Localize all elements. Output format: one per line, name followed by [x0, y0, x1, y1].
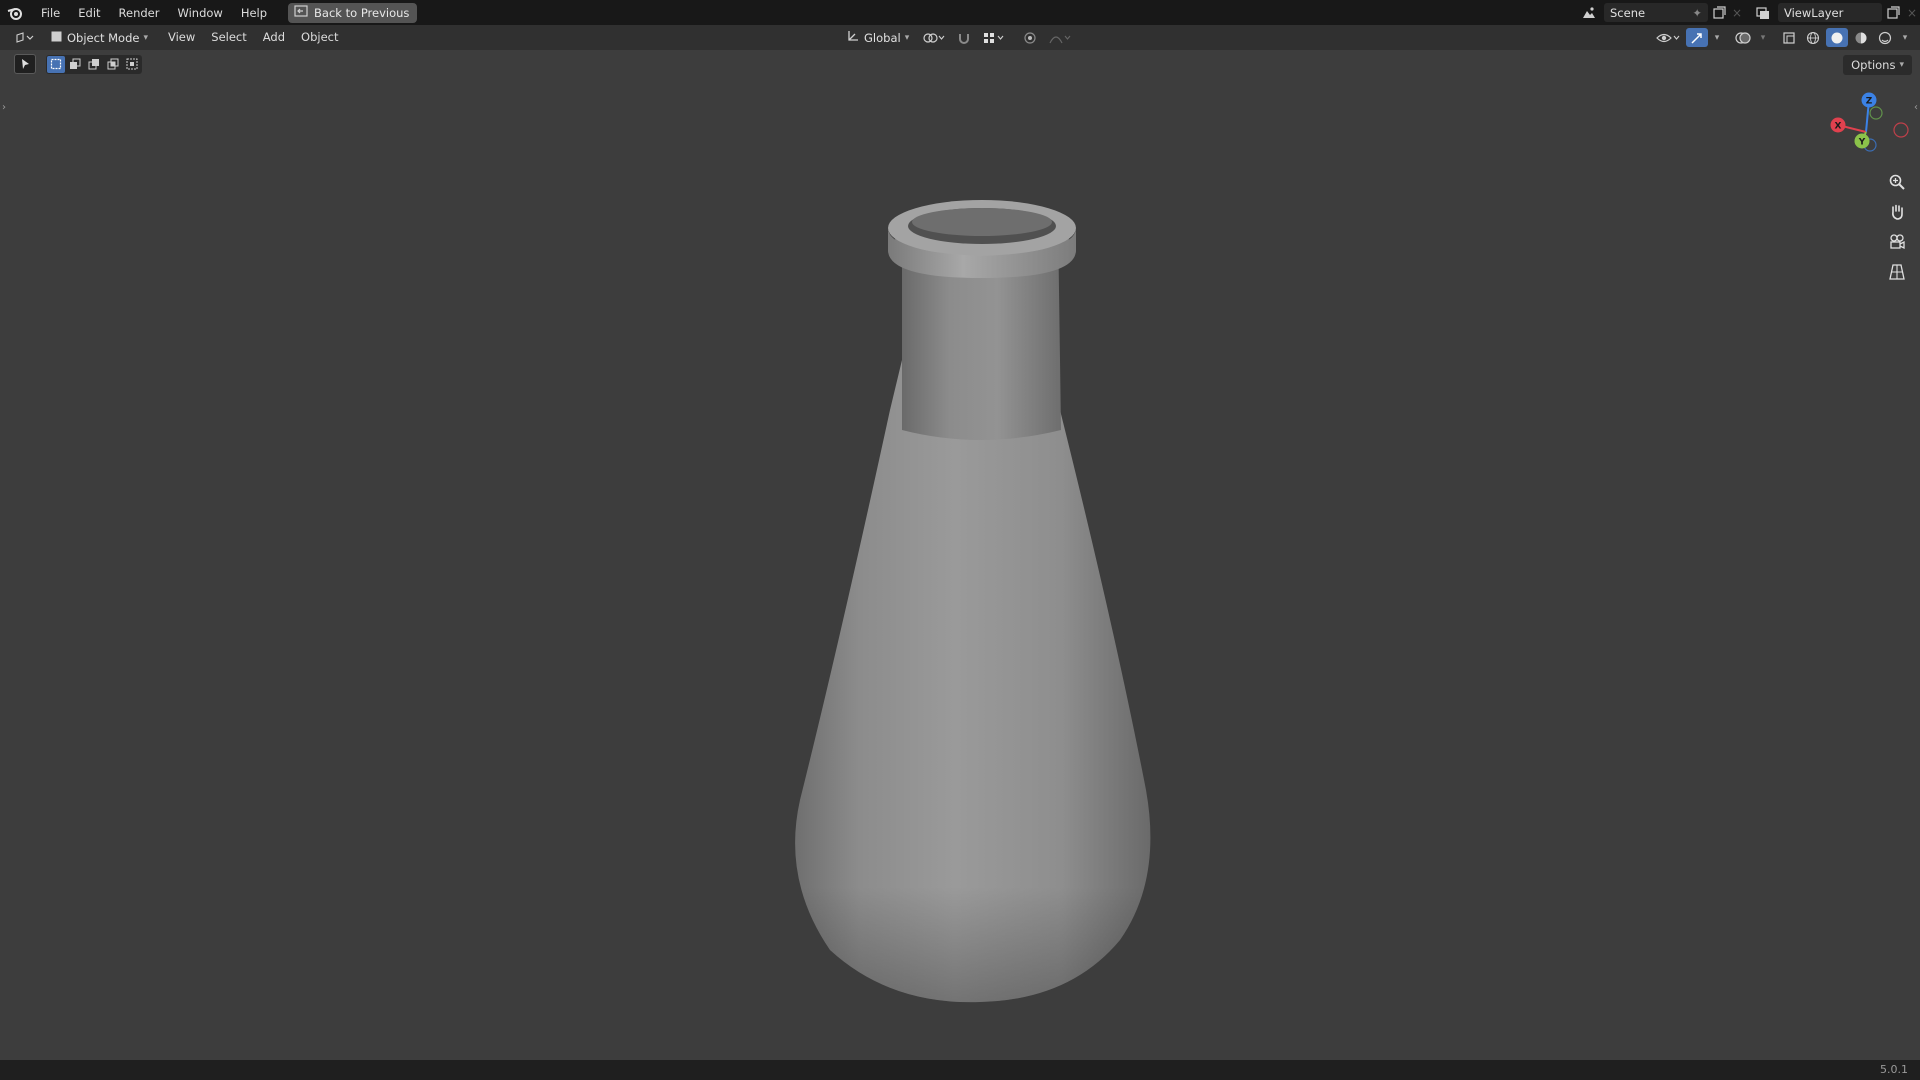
menu-add[interactable]: Add [255, 28, 293, 47]
solid-shading-icon[interactable] [1826, 28, 1848, 47]
chevron-down-icon[interactable]: ▾ [1898, 28, 1912, 47]
view-layer-field[interactable]: ViewLayer [1778, 3, 1882, 22]
menu-object[interactable]: Object [293, 28, 346, 47]
version-label: 5.0.1 [1880, 1063, 1908, 1076]
navigation-gizmo[interactable]: Z X Y [1822, 88, 1912, 168]
new-scene-icon[interactable] [1708, 3, 1730, 22]
selection-mode-group [46, 54, 142, 74]
transform-tools: Global ▾ [836, 25, 1075, 50]
menu-help[interactable]: Help [232, 3, 276, 23]
proportional-editing-icon[interactable] [1019, 28, 1041, 47]
select-invert-icon[interactable] [104, 56, 122, 73]
snap-target-icon[interactable] [979, 28, 1009, 47]
chevron-down-icon: ▾ [1899, 60, 1904, 70]
select-extend-icon[interactable] [66, 56, 84, 73]
back-to-previous-button[interactable]: Back to Previous [288, 2, 418, 23]
menu-view[interactable]: View [160, 28, 203, 47]
chevron-down-icon[interactable]: ▾ [1756, 28, 1770, 47]
visibility-icon[interactable] [1654, 28, 1684, 47]
pan-hand-icon[interactable] [1883, 200, 1911, 224]
scene-name-field[interactable]: Scene ✦ [1604, 3, 1708, 22]
chevron-down-icon: ▾ [904, 32, 910, 43]
sidebar-expand-icon[interactable]: ‹ [1914, 102, 1918, 113]
object-mode-icon [50, 30, 63, 46]
blender-logo-icon[interactable] [6, 4, 24, 22]
chevron-down-icon: ▾ [143, 32, 148, 43]
3d-viewport[interactable]: › ‹ Options ▾ Z X Y [0, 50, 1920, 1060]
status-bar: 5.0.1 [0, 1060, 1920, 1080]
overlays-icon[interactable] [1732, 28, 1754, 47]
view-layer-name: ViewLayer [1784, 5, 1844, 20]
options-dropdown[interactable]: Options ▾ [1843, 55, 1912, 75]
navigation-controls [1883, 170, 1911, 284]
back-icon [294, 5, 308, 20]
delete-scene-icon[interactable]: × [1730, 3, 1744, 22]
gizmo-toggle-icon[interactable] [1686, 28, 1708, 47]
orientation-label: Global [864, 30, 901, 45]
topbar-right: Scene ✦ × ViewLayer × [1578, 0, 1920, 25]
mode-label: Object Mode [67, 30, 140, 45]
rendered-shading-icon[interactable] [1874, 28, 1896, 47]
zoom-icon[interactable] [1883, 170, 1911, 194]
camera-view-icon[interactable] [1883, 230, 1911, 254]
viewport-header: Object Mode ▾ View Select Add Object Glo… [0, 25, 1920, 50]
flask-object[interactable] [770, 160, 1180, 1020]
back-to-previous-label: Back to Previous [314, 5, 410, 20]
transform-orientation-selector[interactable]: Global ▾ [840, 28, 915, 47]
menu-select[interactable]: Select [203, 28, 254, 47]
select-subtract-icon[interactable] [85, 56, 103, 73]
top-bar: File Edit Render Window Help Back to Pre… [0, 0, 1920, 25]
toolbar-expand-icon[interactable]: › [2, 102, 6, 113]
scene-selector-icon[interactable] [1578, 3, 1600, 22]
options-label: Options [1851, 58, 1896, 72]
menu-file[interactable]: File [32, 3, 69, 23]
gizmo-z-label: Z [1866, 97, 1873, 107]
falloff-icon[interactable] [1045, 28, 1075, 47]
material-preview-icon[interactable] [1850, 28, 1872, 47]
orientation-icon [846, 29, 860, 46]
gizmo-x-label: X [1835, 122, 1842, 132]
new-view-layer-icon[interactable] [1882, 3, 1904, 22]
pivot-point-icon[interactable] [919, 28, 949, 47]
select-new-icon[interactable] [47, 55, 65, 73]
menu-render[interactable]: Render [110, 3, 169, 23]
select-intersect-icon[interactable] [123, 56, 141, 73]
mode-selector[interactable]: Object Mode ▾ [44, 28, 154, 47]
gizmo-y-label: Y [1858, 138, 1866, 148]
xray-toggle-icon[interactable] [1778, 28, 1800, 47]
select-tool-icon[interactable] [14, 54, 36, 74]
flask-opening-inner [912, 208, 1052, 236]
perspective-toggle-icon[interactable] [1883, 260, 1911, 284]
chevron-down-icon[interactable]: ▾ [1710, 28, 1724, 47]
tool-settings [14, 54, 142, 74]
snap-toggle-icon[interactable] [953, 28, 975, 47]
editor-type-icon[interactable] [10, 28, 40, 47]
scene-name: Scene [1610, 5, 1646, 20]
flask-body-shadow [795, 360, 1151, 1003]
wireframe-shading-icon[interactable] [1802, 28, 1824, 47]
menu-edit[interactable]: Edit [69, 3, 109, 23]
delete-view-layer-icon[interactable]: × [1904, 3, 1920, 22]
menu-window[interactable]: Window [168, 3, 231, 23]
pin-icon[interactable]: ✦ [1692, 6, 1702, 20]
view-layer-selector-icon[interactable] [1752, 3, 1774, 22]
viewport-display-tools: ▾ ▾ ▾ [1654, 25, 1912, 50]
